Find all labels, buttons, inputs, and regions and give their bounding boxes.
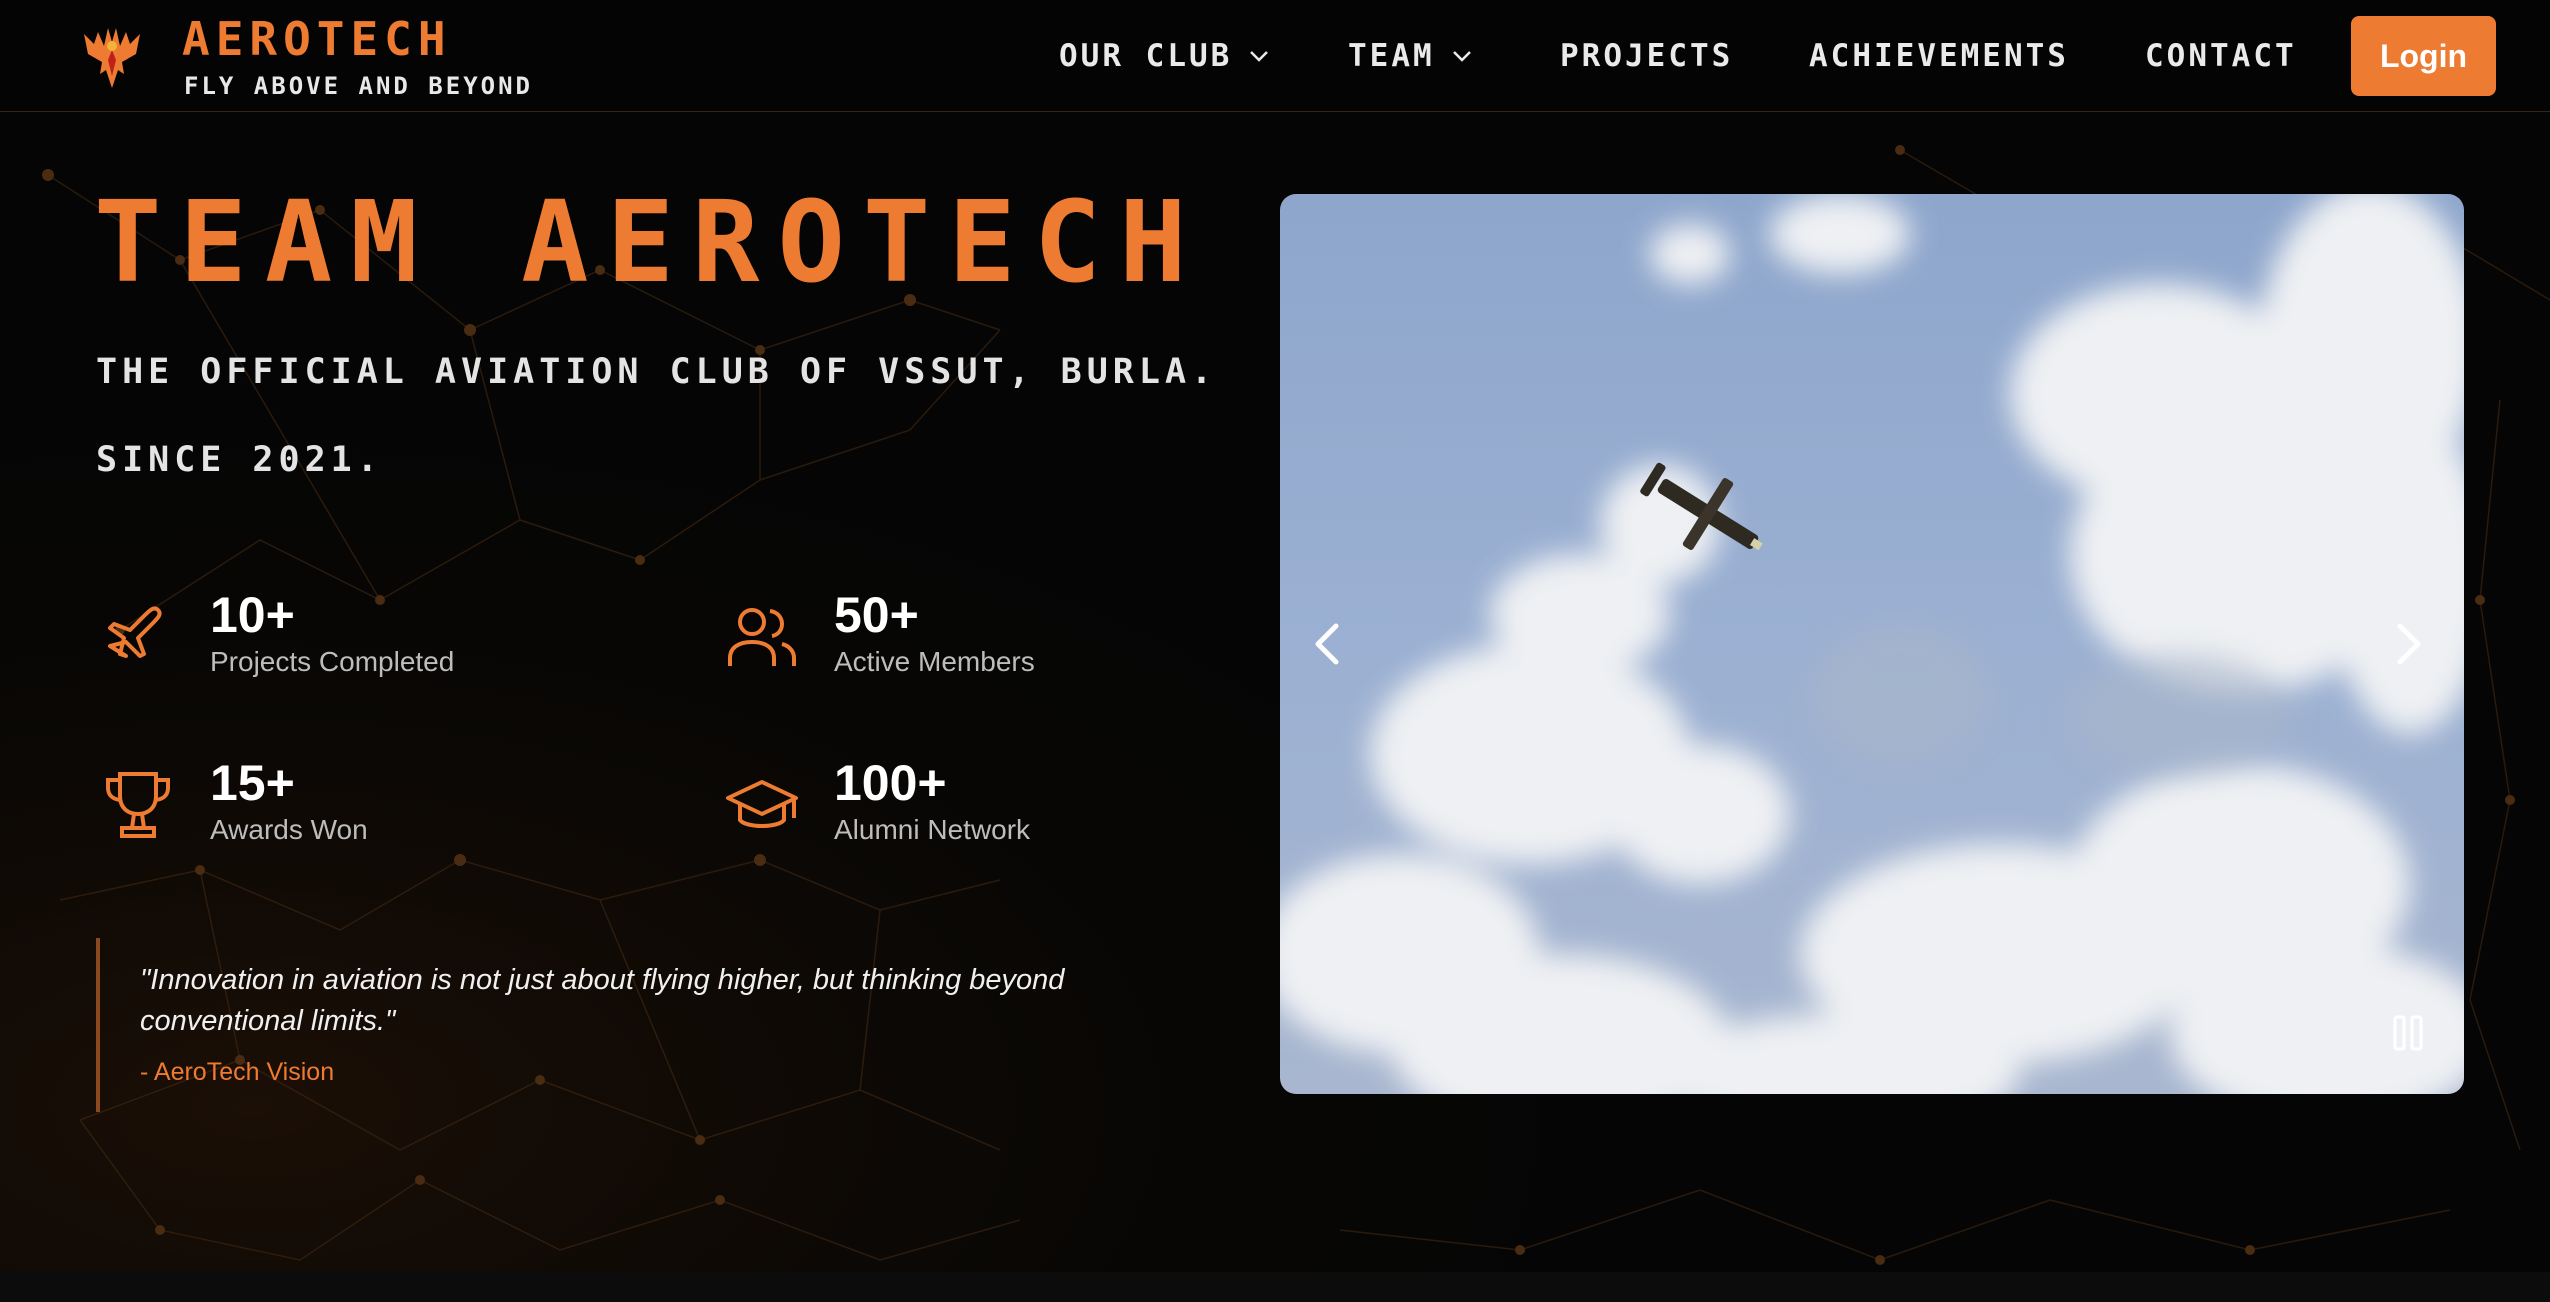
pause-icon <box>2393 1015 2423 1051</box>
nav-our-club[interactable]: OUR CLUB <box>1059 36 1270 76</box>
hero-image-carousel[interactable] <box>1280 194 2464 1094</box>
stat-value: 15+ <box>210 755 295 811</box>
carousel-prev-button[interactable] <box>1298 614 1358 674</box>
stat-value: 100+ <box>834 755 947 811</box>
nav-contact-label: CONTACT <box>2145 38 2297 74</box>
nav-achievements[interactable]: ACHIEVEMENTS <box>1809 36 2069 76</box>
stat-label: Active Members <box>834 646 1035 677</box>
chevron-right-icon <box>2397 623 2421 665</box>
top-navbar: AEROTECH FLY ABOVE AND BEYOND OUR CLUB T… <box>0 0 2550 112</box>
login-button[interactable]: Login <box>2351 16 2496 96</box>
rc-plane-image <box>1280 194 2464 1094</box>
brand-tagline: FLY ABOVE AND BEYOND <box>184 72 533 100</box>
chevron-down-icon <box>1250 51 1269 62</box>
hero-title: TEAM AEROTECH <box>94 178 1205 308</box>
phoenix-logo-icon[interactable] <box>80 14 144 92</box>
nav-achievements-label: ACHIEVEMENTS <box>1809 38 2069 74</box>
nav-projects-label: PROJECTS <box>1560 38 1734 74</box>
nav-contact[interactable]: CONTACT <box>2145 36 2297 76</box>
nav-projects[interactable]: PROJECTS <box>1560 36 1733 76</box>
chevron-left-icon <box>1315 623 1339 665</box>
section-divider <box>0 1272 2550 1302</box>
users-icon <box>728 608 796 666</box>
graduation-cap-icon <box>726 780 798 828</box>
nav-our-club-label: OUR CLUB <box>1059 38 1233 74</box>
hero-subtitle: THE OFFICIAL AVIATION CLUB OF VSSUT, BUR… <box>96 352 1218 392</box>
stat-value: 50+ <box>834 587 919 643</box>
carousel-next-button[interactable] <box>2378 614 2438 674</box>
nav-team[interactable]: TEAM <box>1348 36 1473 76</box>
stat-label: Alumni Network <box>834 814 1031 845</box>
chevron-down-icon <box>1452 51 1471 62</box>
stat-value: 10+ <box>210 587 295 643</box>
nav-team-label: TEAM <box>1348 38 1435 74</box>
brand-name[interactable]: AEROTECH <box>182 12 452 66</box>
stat-label: Awards Won <box>210 814 368 845</box>
quote-author: - AeroTech Vision <box>140 1058 335 1086</box>
airplane-icon <box>108 606 162 658</box>
stat-label: Projects Completed <box>210 646 455 677</box>
vision-quote: "Innovation in aviation is not just abou… <box>140 964 1065 1037</box>
quote-accent-bar <box>96 938 100 1112</box>
carousel-pause-button[interactable] <box>2384 1008 2434 1058</box>
trophy-icon <box>106 772 170 838</box>
hero-since: SINCE 2021. <box>96 440 383 480</box>
